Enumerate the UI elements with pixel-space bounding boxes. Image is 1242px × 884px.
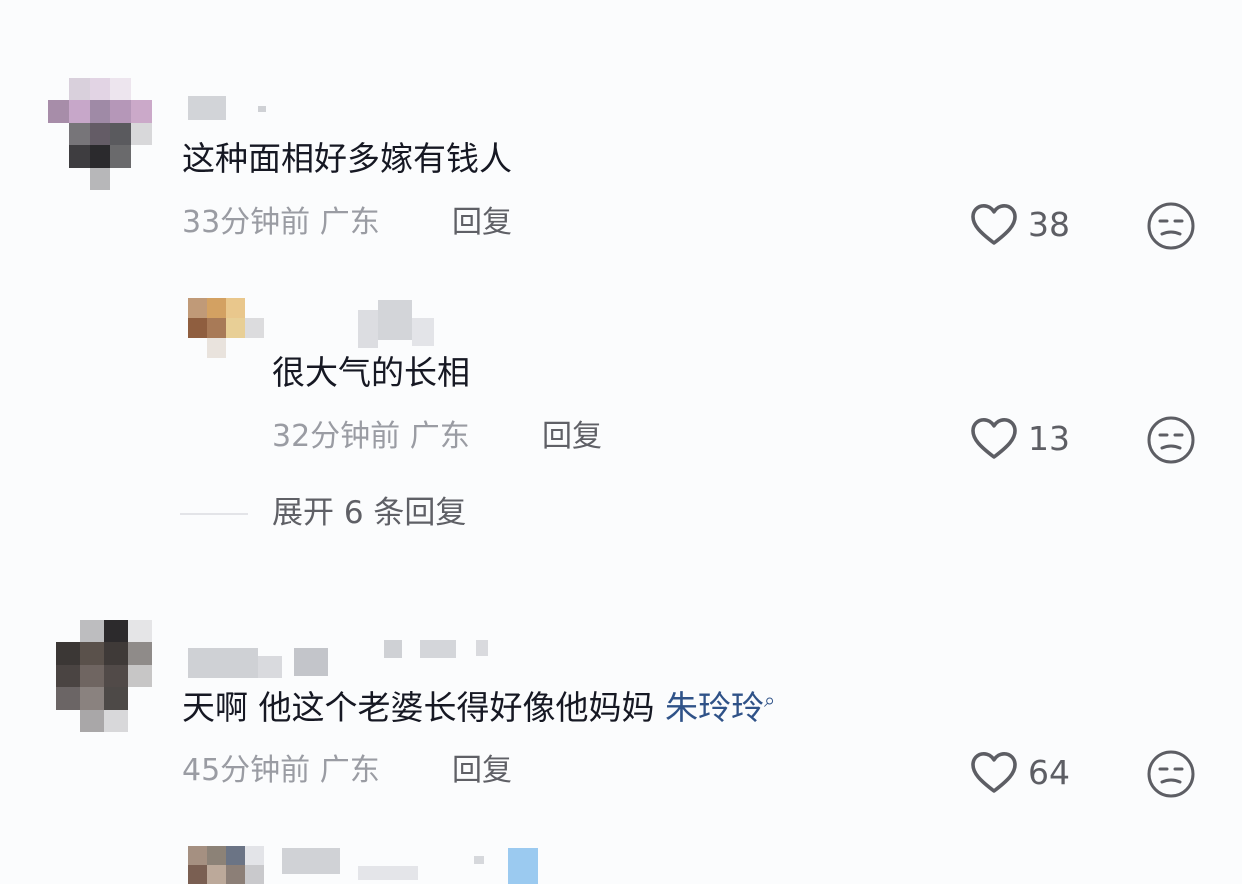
like-button[interactable]: 38 (970, 202, 1070, 246)
search-icon: ⌕ (764, 688, 776, 712)
comment-location: 广东 (409, 419, 470, 454)
avatar[interactable] (188, 298, 264, 358)
comment-meta: 32分钟前 广东 (272, 422, 470, 452)
unamused-emoji-icon[interactable] (1146, 415, 1196, 465)
reply-button[interactable]: 回复 (542, 422, 602, 452)
comment-body: 天啊 他这个老婆长得好像他妈妈 (182, 688, 655, 727)
unamused-emoji-icon[interactable] (1146, 749, 1196, 799)
comment-time: 32分钟前 (272, 419, 401, 454)
unamused-emoji-icon[interactable] (1146, 201, 1196, 251)
comment-text: 天啊 他这个老婆长得好像他妈妈 朱玲玲⌕ (182, 690, 775, 724)
comment-text: 很大气的长相 (272, 353, 470, 392)
like-button[interactable]: 64 (970, 750, 1070, 794)
like-count: 13 (1028, 418, 1070, 458)
username[interactable] (188, 96, 266, 120)
avatar[interactable] (48, 78, 152, 190)
comment-meta: 45分钟前 广东 (182, 756, 380, 786)
reply-button[interactable]: 回复 (452, 208, 512, 238)
mention-text: 朱玲玲 (665, 688, 764, 727)
expand-replies-label: 展开 6 条回复 (272, 495, 467, 531)
heart-outline-icon (971, 418, 1017, 459)
like-count: 64 (1028, 752, 1070, 792)
heart-outline-icon (971, 752, 1017, 793)
reply-button[interactable]: 回复 (452, 756, 512, 786)
expand-replies-button[interactable]: 展开 6 条回复 (180, 498, 466, 529)
avatar[interactable] (56, 620, 152, 732)
comment-location: 广东 (319, 205, 380, 240)
avatar[interactable] (188, 846, 264, 884)
comment-time: 33分钟前 (182, 205, 311, 240)
heart-outline-icon (971, 204, 1017, 245)
mention-link[interactable]: 朱玲玲⌕ (665, 688, 775, 727)
username[interactable] (358, 300, 434, 348)
comment-text: 这种面相好多嫁有钱人 (182, 139, 512, 178)
username[interactable] (188, 640, 488, 678)
username[interactable] (282, 848, 538, 884)
comment-time: 45分钟前 (182, 753, 311, 788)
like-count: 38 (1028, 204, 1070, 244)
comment-meta: 33分钟前 广东 (182, 208, 380, 238)
like-button[interactable]: 13 (970, 416, 1070, 460)
divider (180, 512, 248, 515)
comment-location: 广东 (319, 753, 380, 788)
